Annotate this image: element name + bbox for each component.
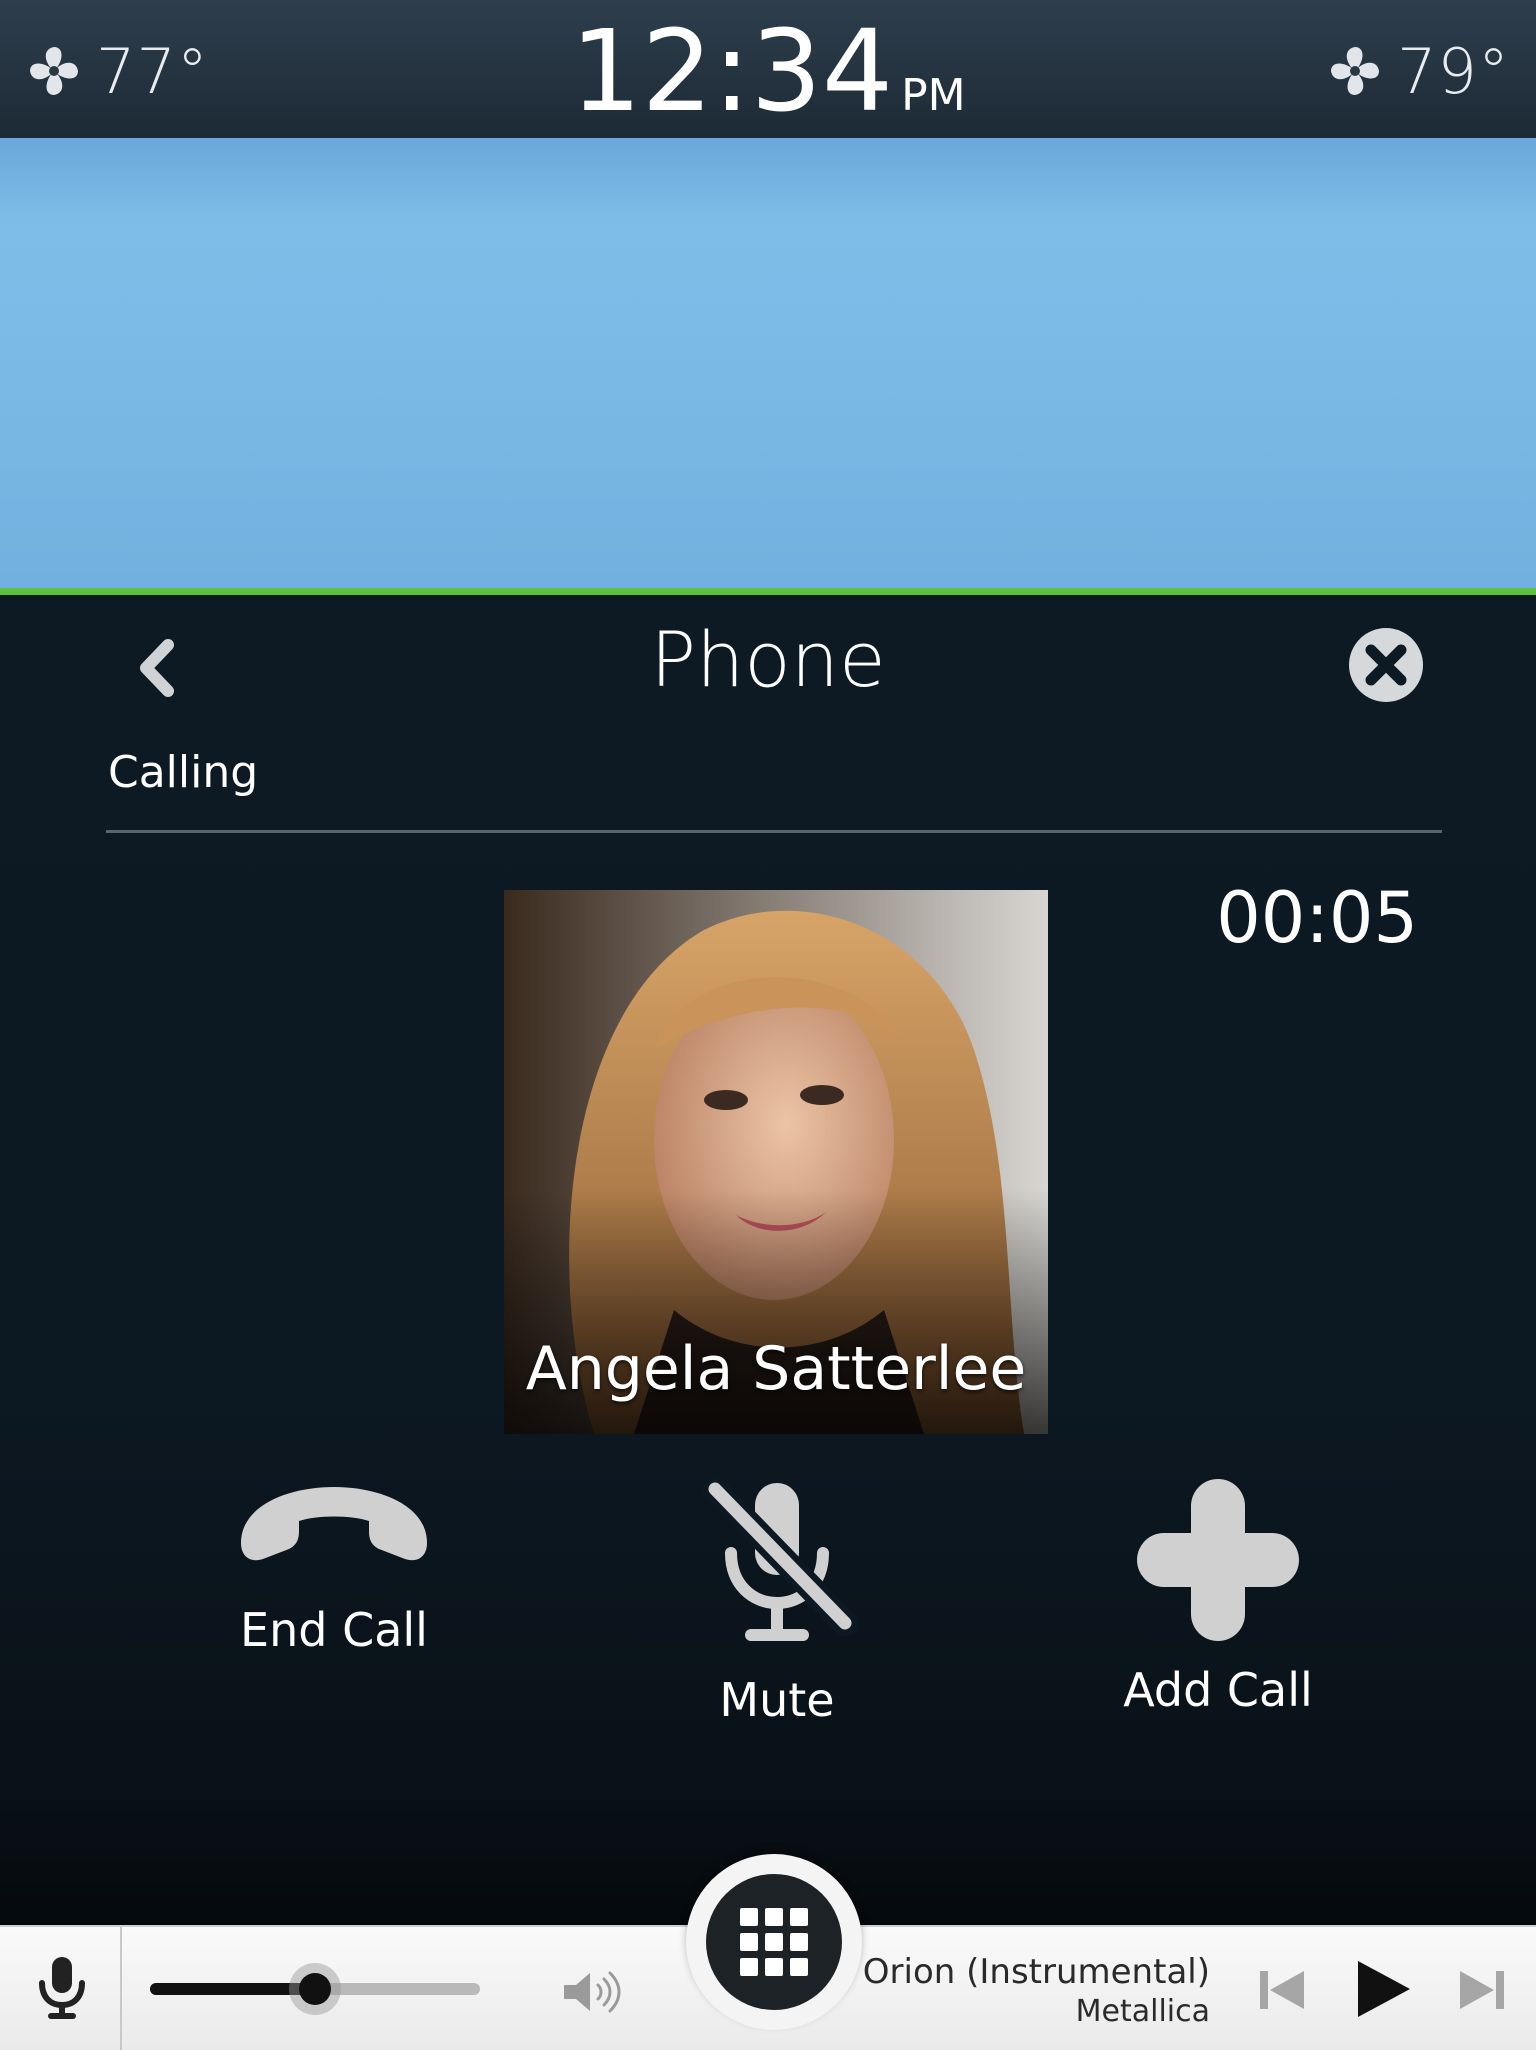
status-bar: 77° 12:34 PM 79°	[0, 0, 1536, 138]
end-call-label: End Call	[240, 1603, 428, 1657]
close-icon[interactable]	[1346, 625, 1426, 705]
track-artist: Metallica	[1075, 1994, 1210, 2029]
fan-icon	[1331, 47, 1380, 95]
microphone-muted-icon	[702, 1476, 857, 1641]
climate-right[interactable]: 79°	[1325, 26, 1510, 116]
call-status: Calling	[108, 747, 259, 798]
phone-panel: Phone Calling 00:05 Angela Satterlee End…	[0, 595, 1536, 1925]
contact-name: Angela Satterlee	[525, 1334, 1027, 1404]
right-temperature: 79°	[1397, 34, 1510, 108]
microphone-icon[interactable]	[30, 1953, 94, 2023]
clock-time: 12:34	[570, 7, 894, 137]
clock: 12:34 PM	[0, 12, 1536, 156]
mute-button[interactable]: Mute	[627, 1475, 927, 1727]
divider	[120, 1927, 122, 2050]
call-timer: 00:05	[1216, 877, 1418, 959]
end-call-button[interactable]: End Call	[184, 1475, 484, 1657]
apps-button[interactable]	[706, 1874, 842, 2010]
plus-icon	[1137, 1479, 1299, 1641]
add-call-label: Add Call	[1123, 1663, 1313, 1717]
volume-slider[interactable]	[150, 1963, 480, 2015]
add-call-button[interactable]: Add Call	[1068, 1475, 1368, 1717]
contact-photo: Angela Satterlee	[504, 890, 1048, 1434]
play-icon[interactable]	[1354, 1957, 1414, 2021]
accent-line	[0, 588, 1536, 595]
map-area[interactable]	[0, 138, 1536, 588]
track-title: Orion (Instrumental)	[862, 1952, 1210, 1992]
skip-previous-icon[interactable]	[1258, 1967, 1306, 2013]
divider	[106, 830, 1442, 833]
apps-grid-icon	[740, 1908, 808, 1976]
clock-ampm: PM	[901, 70, 966, 121]
mute-label: Mute	[719, 1673, 835, 1727]
volume-thumb[interactable]	[289, 1963, 341, 2015]
skip-next-icon[interactable]	[1458, 1967, 1506, 2013]
end-call-icon	[241, 1487, 427, 1561]
home-tab	[686, 1854, 862, 2030]
speaker-icon[interactable]	[560, 1967, 630, 2017]
page-title: Phone	[650, 615, 886, 704]
volume-thumb-core	[299, 1973, 331, 2005]
now-playing[interactable]: Orion (Instrumental) Metallica	[863, 1951, 1210, 2031]
